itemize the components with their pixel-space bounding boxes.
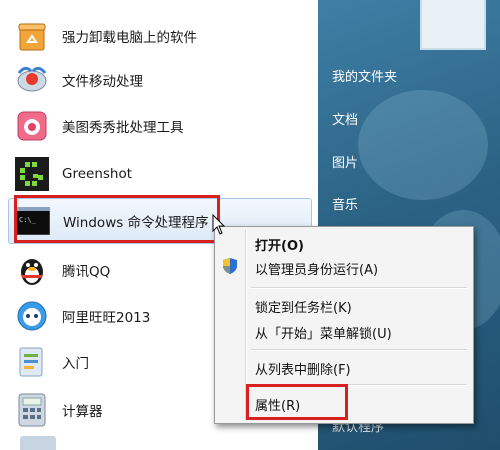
link-pictures[interactable]: 图片	[332, 152, 358, 171]
menu-item-run-as-admin[interactable]: 以管理员身份运行(A)	[255, 259, 378, 278]
program-item-meitu-batch[interactable]: 美图秀秀批处理工具	[8, 104, 310, 148]
program-label: 美图秀秀批处理工具	[62, 120, 184, 136]
mouse-cursor-icon	[212, 213, 226, 240]
user-picture[interactable]	[420, 0, 486, 50]
menu-separator	[251, 349, 467, 351]
program-label: 强力卸载电脑上的软件	[62, 30, 197, 46]
program-label: 阿里旺旺2013	[62, 310, 151, 326]
program-item-uninstaller[interactable]: 强力卸载电脑上的软件	[8, 14, 310, 58]
wangwang-icon	[14, 298, 50, 334]
cmd-highlight-frame	[14, 195, 220, 243]
menu-separator	[251, 287, 467, 289]
recycle-box-icon	[14, 18, 50, 54]
program-label: 腾讯QQ	[62, 264, 111, 280]
greenshot-icon	[14, 156, 50, 192]
link-my-folder[interactable]: 我的文件夹	[332, 66, 397, 85]
menu-item-remove-from-list[interactable]: 从列表中删除(F)	[255, 359, 351, 378]
program-label: 入门	[62, 356, 89, 372]
menu-item-open[interactable]: 打开(O)	[255, 235, 304, 254]
program-item-greenshot[interactable]: Greenshot	[8, 152, 310, 196]
calculator-icon	[14, 392, 50, 428]
menu-item-pin-taskbar[interactable]: 锁定到任务栏(K)	[255, 297, 352, 316]
penguin-icon	[14, 252, 50, 288]
satellite-dish-icon	[14, 62, 50, 98]
getting-started-icon	[14, 344, 50, 380]
next-item-partial	[20, 436, 56, 450]
uac-shield-icon	[222, 257, 238, 279]
program-item-file-move[interactable]: 文件移动处理	[8, 58, 310, 102]
program-label: 文件移动处理	[62, 74, 143, 90]
menu-item-unpin-start[interactable]: 从「开始」菜单解锁(U)	[255, 323, 392, 342]
program-label: 计算器	[62, 404, 103, 420]
program-label: Greenshot	[62, 166, 133, 182]
link-music[interactable]: 音乐	[332, 194, 358, 213]
properties-highlight-frame	[246, 384, 348, 420]
link-documents[interactable]: 文档	[332, 109, 358, 128]
camera-app-icon	[14, 108, 50, 144]
